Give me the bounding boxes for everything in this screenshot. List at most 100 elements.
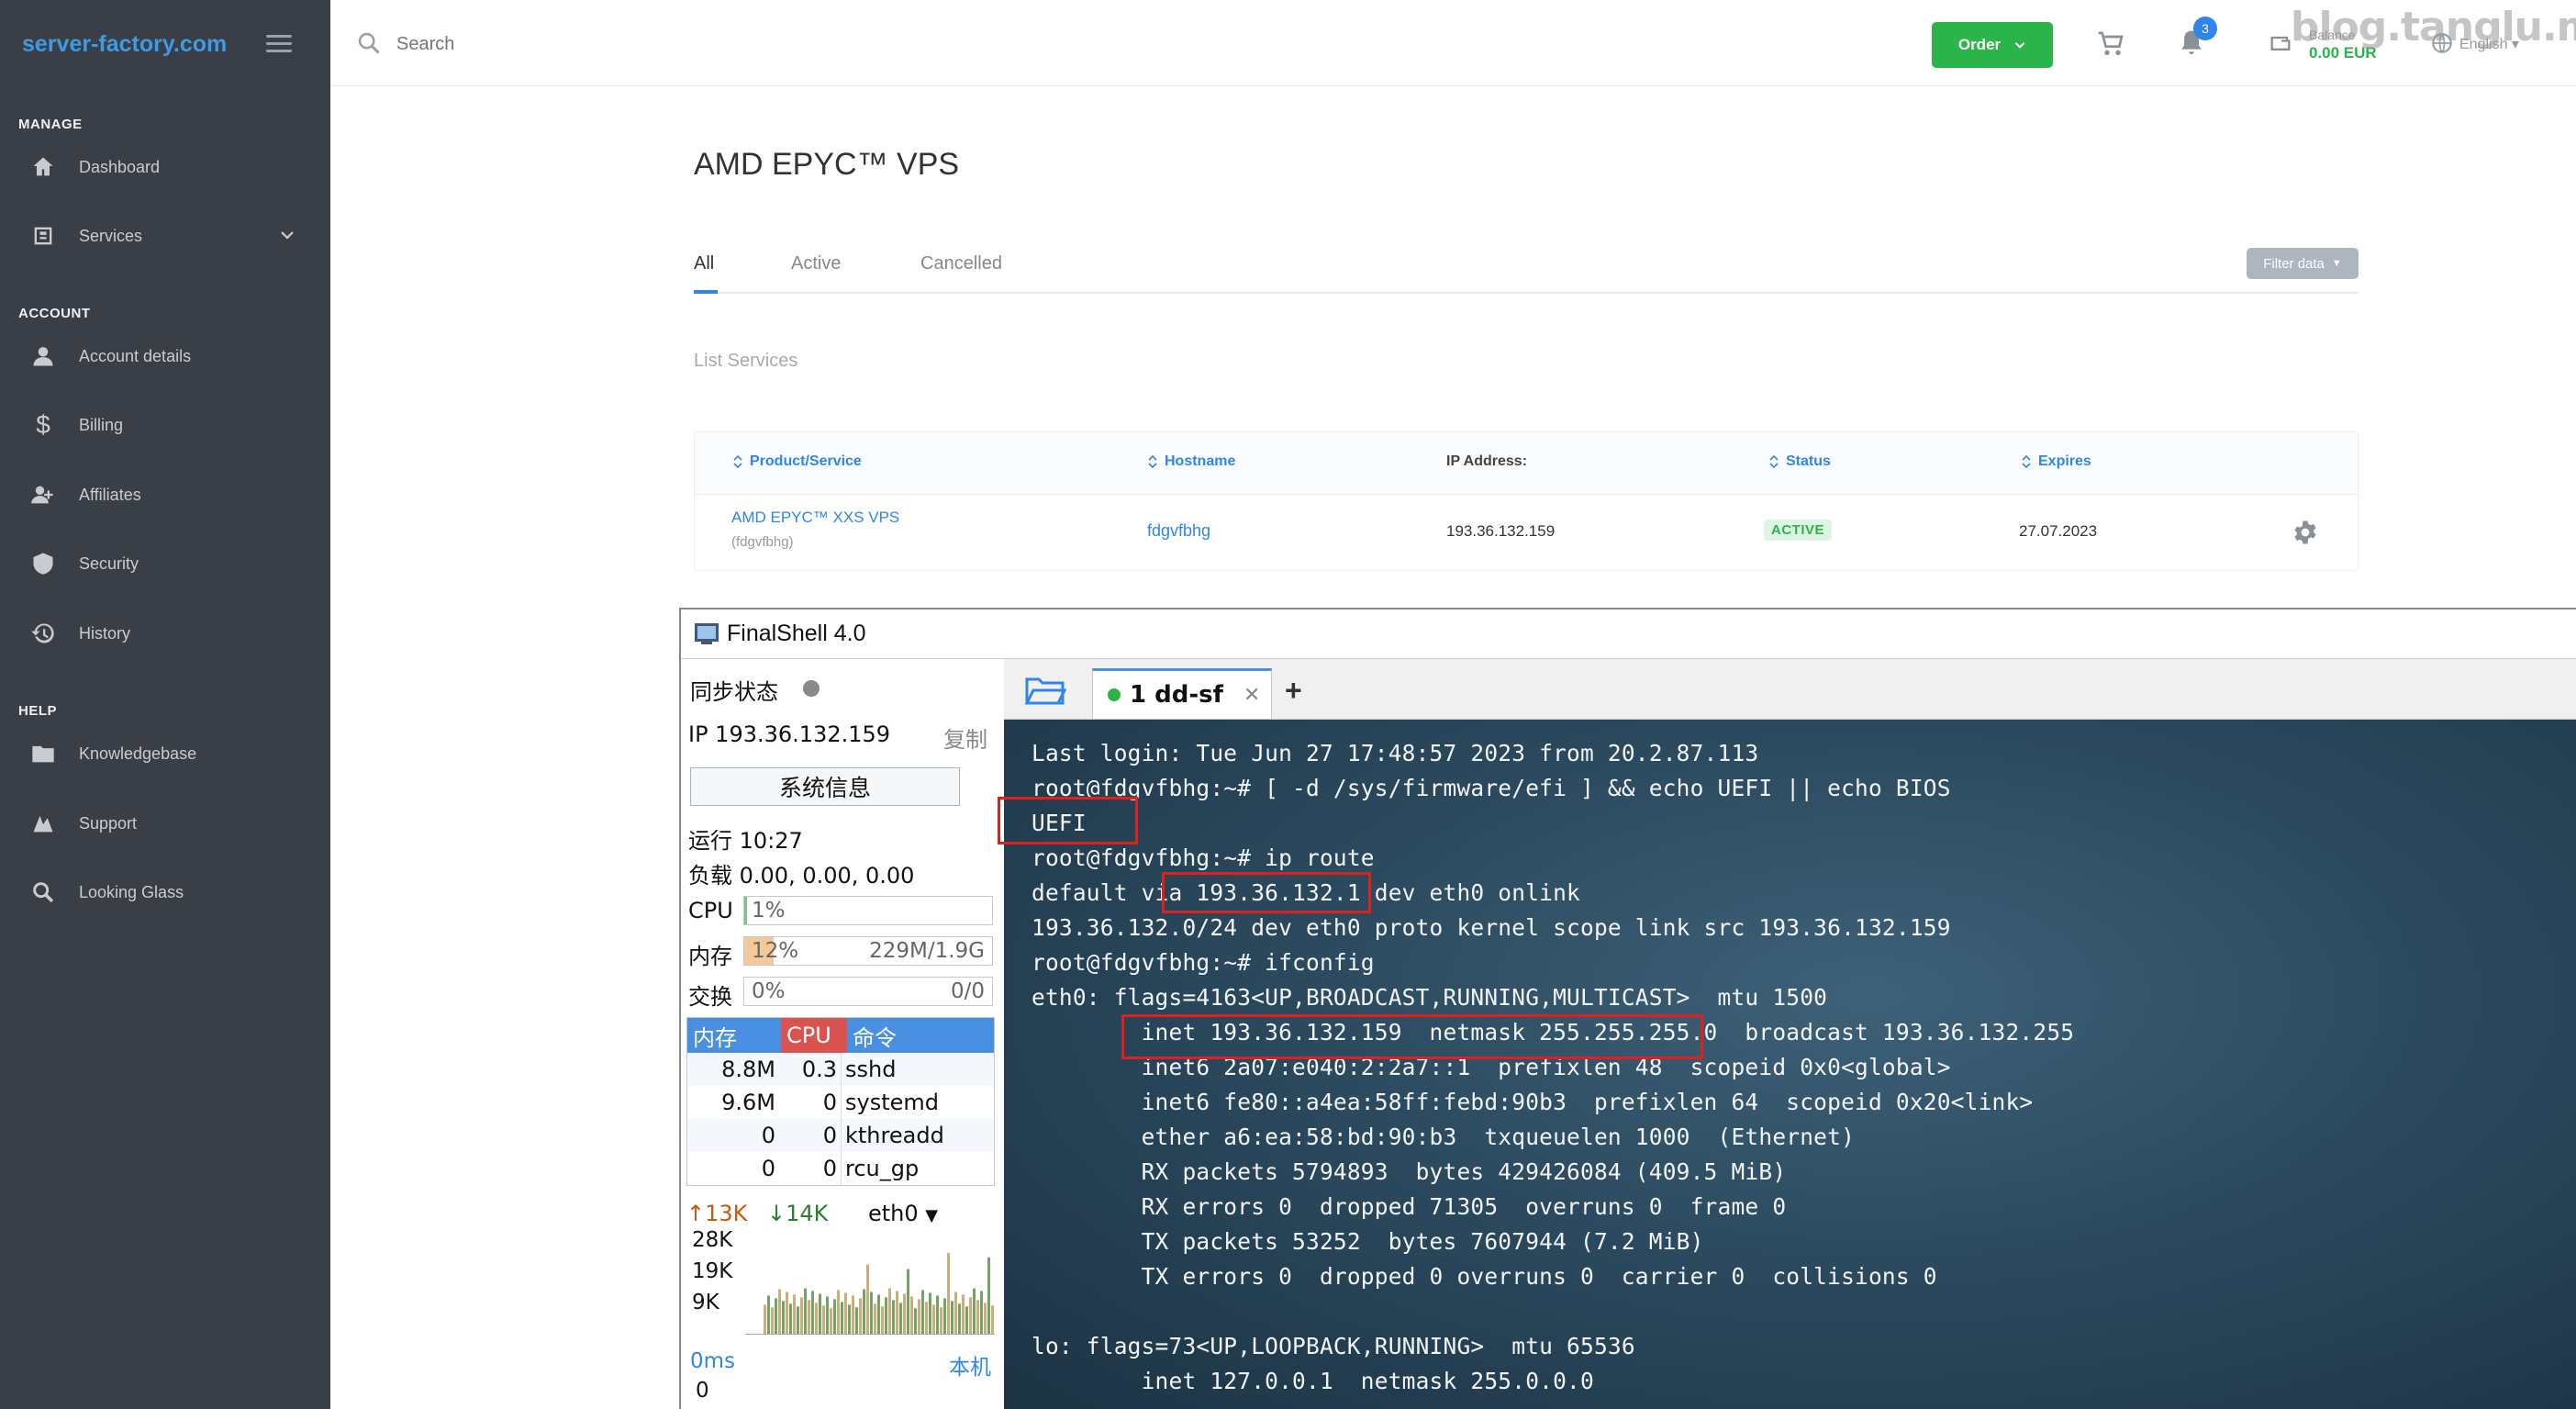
net-activity-bar <box>793 1294 796 1334</box>
net-activity-bar <box>800 1297 803 1334</box>
col-product-service[interactable]: Product/Service <box>733 453 862 470</box>
open-folder-icon[interactable] <box>1024 674 1066 707</box>
swap-total: 0/0 <box>950 979 985 1003</box>
sidebar-item-label: Services <box>79 226 143 245</box>
filter-data-button[interactable]: Filter data ▼ <box>2247 248 2359 279</box>
product-link[interactable]: AMD EPYC™ XXS VPS <box>731 509 899 527</box>
net-activity-bar <box>767 1295 770 1334</box>
gear-icon[interactable] <box>2292 519 2319 546</box>
net-activity-bar <box>771 1307 774 1334</box>
list-services-label: List Services <box>694 351 798 371</box>
watermark: blog.tanglu.me <box>2291 4 2576 50</box>
process-cpu: 0 <box>775 1086 842 1119</box>
finalshell-logo-icon <box>695 623 719 644</box>
net-activity-bar <box>962 1294 965 1334</box>
net-download: ↓14K <box>767 1201 829 1226</box>
sidebar-item-looking-glass[interactable]: Looking Glass <box>0 867 330 918</box>
sidebar-item-label: Dashboard <box>79 157 161 176</box>
net-activity-bar <box>918 1299 920 1334</box>
tab-all[interactable]: All <box>694 253 714 274</box>
process-memory: 8.8M <box>721 1057 775 1082</box>
network-graph <box>745 1252 995 1335</box>
net-activity-bar <box>943 1298 946 1334</box>
process-cpu: 0 <box>775 1152 842 1185</box>
process-memory: 0 <box>761 1123 775 1148</box>
process-row[interactable]: 0 0 rcu_gp <box>687 1152 994 1185</box>
cart-icon[interactable] <box>2096 29 2125 59</box>
terminal-line: lo: flags=73<UP,LOOPBACK,RUNNING> mtu 65… <box>1032 1333 1635 1359</box>
tab-cancelled[interactable]: Cancelled <box>920 253 1002 274</box>
process-row[interactable]: 9.6M 0 systemd <box>687 1086 994 1119</box>
tab-active[interactable]: Active <box>791 253 841 274</box>
net-activity-bar <box>888 1288 891 1334</box>
network-interface-select[interactable]: eth0 ▼ <box>868 1201 938 1226</box>
net-activity-bar <box>899 1303 902 1334</box>
product-subtitle: (fdgvfbhg) <box>731 534 794 550</box>
col-expires[interactable]: Expires <box>2022 453 2091 470</box>
close-icon[interactable]: ✕ <box>1243 683 1260 707</box>
cpu-label: CPU <box>688 898 733 923</box>
net-activity-bar <box>778 1289 781 1334</box>
sidebar-item-label: Account details <box>79 346 192 365</box>
column-label: Expires <box>2038 453 2091 469</box>
swap-label: 交换 <box>688 984 732 1010</box>
sidebar-item-dashboard[interactable]: Dashboard <box>0 141 330 193</box>
add-tab-icon[interactable]: + <box>1285 674 1302 708</box>
swap-bar: 0% 0/0 <box>743 977 993 1006</box>
col-status[interactable]: Status <box>1769 453 1831 470</box>
net-activity-bar <box>826 1296 829 1334</box>
shield-icon <box>29 550 57 577</box>
system-info-button[interactable]: 系统信息 <box>690 767 960 806</box>
hostname-link[interactable]: fdgvfbhg <box>1147 521 1210 541</box>
col-hostname[interactable]: Hostname <box>1148 453 1235 470</box>
net-activity-bar <box>958 1303 961 1334</box>
terminal-line: ether a6:ea:58:bd:90:b3 txqueuelen 1000 … <box>1032 1124 1856 1150</box>
ping-host-select[interactable]: 本机 <box>949 1349 991 1381</box>
expires-date: 27.07.2023 <box>2019 522 2098 540</box>
col-cpu[interactable]: CPU <box>781 1018 847 1053</box>
net-activity-bar <box>819 1293 821 1334</box>
copy-ip-button[interactable]: 复制 <box>943 721 987 754</box>
sidebar-item-account-details[interactable]: Account details <box>0 330 330 382</box>
terminal-line: 193.36.132.0/24 dev eth0 proto kernel sc… <box>1032 914 1951 941</box>
highlight-inet <box>1121 1014 1703 1059</box>
brand-logo[interactable]: server-factory.com <box>22 31 227 58</box>
caret-down-icon: ▼ <box>925 1206 939 1225</box>
net-activity-bar <box>965 1306 968 1334</box>
process-row[interactable]: 8.8M 0.3 sshd <box>687 1053 994 1086</box>
chevron-down-icon[interactable] <box>279 227 296 243</box>
process-row[interactable]: 0 0 kthreadd <box>687 1119 994 1152</box>
menu-toggle-icon[interactable] <box>266 35 292 53</box>
sidebar-item-support[interactable]: Support <box>0 798 330 849</box>
swap-value: 0% <box>752 979 786 1003</box>
net-activity-bar <box>980 1291 983 1334</box>
net-activity-bar <box>815 1303 818 1334</box>
sidebar-item-security[interactable]: Security <box>0 538 330 589</box>
net-activity-bar <box>921 1290 924 1334</box>
net-activity-bar <box>830 1308 832 1334</box>
col-command[interactable]: 命令 <box>847 1018 994 1053</box>
load-average: 负载 0.00, 0.00, 0.00 <box>688 863 915 889</box>
net-activity-bar <box>863 1289 865 1334</box>
sort-icon <box>1148 454 1157 469</box>
sort-icon <box>1769 454 1779 469</box>
order-button[interactable]: Order <box>1932 22 2053 68</box>
cpu-bar: 1% <box>743 896 993 925</box>
net-activity-bar <box>881 1306 884 1334</box>
net-activity-bar <box>907 1269 909 1334</box>
sidebar-item-affiliates[interactable]: Affiliates <box>0 469 330 520</box>
notification-badge: 3 <box>2193 17 2217 40</box>
net-scale-low: 9K <box>692 1291 719 1314</box>
net-activity-bar <box>833 1299 836 1334</box>
session-tab[interactable]: 1 dd-sf ✕ <box>1092 668 1272 720</box>
col-memory[interactable]: 内存 <box>687 1018 781 1053</box>
net-activity-bar <box>885 1297 887 1334</box>
sidebar-item-services[interactable]: Services <box>0 210 330 262</box>
sidebar-item-knowledgebase[interactable]: Knowledgebase <box>0 728 330 779</box>
sidebar-item-billing[interactable]: $ Billing <box>0 399 330 451</box>
net-activity-bar <box>859 1298 862 1334</box>
search-input[interactable] <box>396 26 855 62</box>
net-activity-bar <box>837 1290 840 1334</box>
terminal-line: TX packets 53252 bytes 7607944 (7.2 MiB) <box>1032 1228 1704 1255</box>
sidebar-item-history[interactable]: History <box>0 608 330 659</box>
